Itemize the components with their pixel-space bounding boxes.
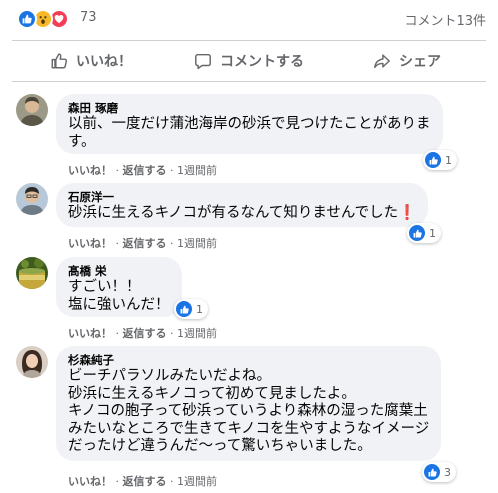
comment-like-count: 1 bbox=[196, 302, 203, 316]
divider bbox=[12, 81, 486, 82]
separator-dot: · bbox=[115, 237, 123, 250]
share-arrow-icon bbox=[373, 52, 391, 70]
commenter-name[interactable]: 石原洋一 bbox=[68, 190, 416, 205]
comment-text-line: す。 bbox=[68, 133, 96, 150]
like-icon bbox=[424, 464, 440, 480]
comment-text-line: キノコの胞子って砂浜っていうより森林の湿った腐葉土 bbox=[68, 403, 428, 419]
like-icon bbox=[409, 225, 425, 241]
comment-text-line: ビーチパラソルみたいだよね。 bbox=[68, 368, 271, 384]
comment-timestamp[interactable]: 1週間前 bbox=[177, 327, 217, 340]
comment-reaction-badge[interactable]: 1 bbox=[174, 299, 208, 319]
separator-dot: · bbox=[115, 164, 123, 177]
comment-like-link[interactable]: いいね！ bbox=[68, 237, 112, 250]
like-icon bbox=[425, 152, 441, 168]
comment-bubble: 石原洋一 砂浜に生えるキノコが有るなんて知りませんでした❗ bbox=[56, 183, 429, 227]
comment-like-link[interactable]: いいね！ bbox=[68, 164, 112, 177]
comment-timestamp[interactable]: 1週間前 bbox=[177, 164, 217, 177]
comment-timestamp[interactable]: 1週間前 bbox=[177, 237, 217, 250]
separator-dot: · bbox=[170, 237, 177, 250]
comment-meta: いいね！ · 返信する · 1週間前 bbox=[68, 473, 217, 489]
like-icon bbox=[17, 9, 37, 29]
comment-like-count: 1 bbox=[445, 153, 452, 167]
reaction-count[interactable]: 73 bbox=[80, 10, 97, 25]
comment-reply-link[interactable]: 返信する bbox=[123, 164, 167, 177]
avatar[interactable] bbox=[16, 94, 48, 126]
exclamation-emoji: ❗ bbox=[398, 205, 417, 221]
separator-dot: · bbox=[170, 327, 177, 340]
comment-item: 森田 琢磨 以前、一度だけ蒲池海岸の砂浜で見つけたことがありま す。 1 いいね… bbox=[16, 94, 486, 180]
comment-text-line: みたいなところで生きてキノコを生やすようなイメージ bbox=[68, 420, 430, 437]
divider bbox=[12, 40, 486, 41]
comment-item: 石原洋一 砂浜に生えるキノコが有るなんて知りませんでした❗ 1 いいね！ · 返… bbox=[16, 183, 486, 251]
separator-dot: · bbox=[170, 164, 177, 177]
comment-timestamp[interactable]: 1週間前 bbox=[177, 475, 217, 488]
thumbs-up-icon bbox=[50, 52, 68, 70]
comment-text-line: 塩に強いんだ！ bbox=[68, 296, 170, 313]
comment-reply-link[interactable]: 返信する bbox=[123, 237, 167, 250]
comment-like-count: 3 bbox=[444, 465, 451, 479]
avatar[interactable] bbox=[16, 257, 48, 289]
comment-reply-link[interactable]: 返信する bbox=[123, 475, 167, 488]
comment-like-count: 1 bbox=[429, 226, 436, 240]
comment-reply-link[interactable]: 返信する bbox=[123, 327, 167, 340]
comment-bubble: 森田 琢磨 以前、一度だけ蒲池海岸の砂浜で見つけたことがありま す。 bbox=[56, 94, 443, 154]
comment-button[interactable]: コメントする bbox=[170, 44, 328, 78]
comment-bubble: 髙橋 栄 すごい！！ 塩に強いんだ！ bbox=[56, 257, 182, 317]
separator-dot: · bbox=[170, 475, 177, 488]
like-button-label: いいね！ bbox=[76, 54, 132, 70]
comment-like-link[interactable]: いいね！ bbox=[68, 475, 112, 488]
comment-text-line: すごい！！ bbox=[68, 279, 141, 295]
like-icon bbox=[176, 301, 192, 317]
comment-meta: いいね！ · 返信する · 1週間前 bbox=[68, 325, 217, 341]
comment-like-link[interactable]: いいね！ bbox=[68, 327, 112, 340]
comment-text-line: 以前、一度だけ蒲池海岸の砂浜で見つけたことがありま bbox=[68, 116, 431, 132]
comment-reaction-badge[interactable]: 1 bbox=[407, 223, 441, 243]
share-button-label: シェア bbox=[399, 54, 441, 70]
avatar[interactable] bbox=[16, 183, 48, 215]
like-button[interactable]: いいね！ bbox=[12, 44, 170, 78]
comment-bubble-icon bbox=[194, 52, 212, 70]
comment-bubble: 杉森純子 ビーチパラソルみたいだよね。 砂浜に生えるキノコって初めて見ましたよ。… bbox=[56, 346, 442, 461]
comment-button-label: コメントする bbox=[220, 54, 304, 70]
commenter-name[interactable]: 森田 琢磨 bbox=[68, 101, 431, 116]
comment-text: 砂浜に生えるキノコが有るなんて知りませんでした bbox=[68, 205, 399, 221]
comment-reaction-badge[interactable]: 1 bbox=[423, 150, 457, 170]
separator-dot: · bbox=[115, 327, 123, 340]
comment-text-line: 砂浜に生えるキノコって初めて見ましたよ。 bbox=[68, 385, 356, 402]
commenter-name[interactable]: 髙橋 栄 bbox=[68, 264, 170, 279]
comment-reaction-badge[interactable]: 3 bbox=[422, 462, 456, 482]
comment-count[interactable]: コメント13件 bbox=[404, 10, 486, 29]
comment-text-line: だったけど違うんだ〜って驚いちゃいました。 bbox=[68, 438, 372, 454]
separator-dot: · bbox=[115, 475, 123, 488]
comment-meta: いいね！ · 返信する · 1週間前 bbox=[68, 162, 217, 178]
comment-meta: いいね！ · 返信する · 1週間前 bbox=[68, 235, 217, 251]
share-button[interactable]: シェア bbox=[328, 44, 486, 78]
avatar[interactable] bbox=[16, 346, 48, 378]
action-bar: いいね！ コメントする シェア bbox=[12, 44, 486, 78]
comment-text-line: 砂浜に生えるキノコが有るなんて知りませんでした❗ bbox=[68, 205, 416, 223]
reactions-summary-bar: 73 コメント13件 bbox=[0, 0, 498, 38]
comment-item: 髙橋 栄 すごい！！ 塩に強いんだ！ 1 いいね！ · 返信する · 1週間前 bbox=[16, 257, 486, 343]
comment-item: 杉森純子 ビーチパラソルみたいだよね。 砂浜に生えるキノコって初めて見ましたよ。… bbox=[16, 346, 486, 488]
commenter-name[interactable]: 杉森純子 bbox=[68, 353, 429, 368]
